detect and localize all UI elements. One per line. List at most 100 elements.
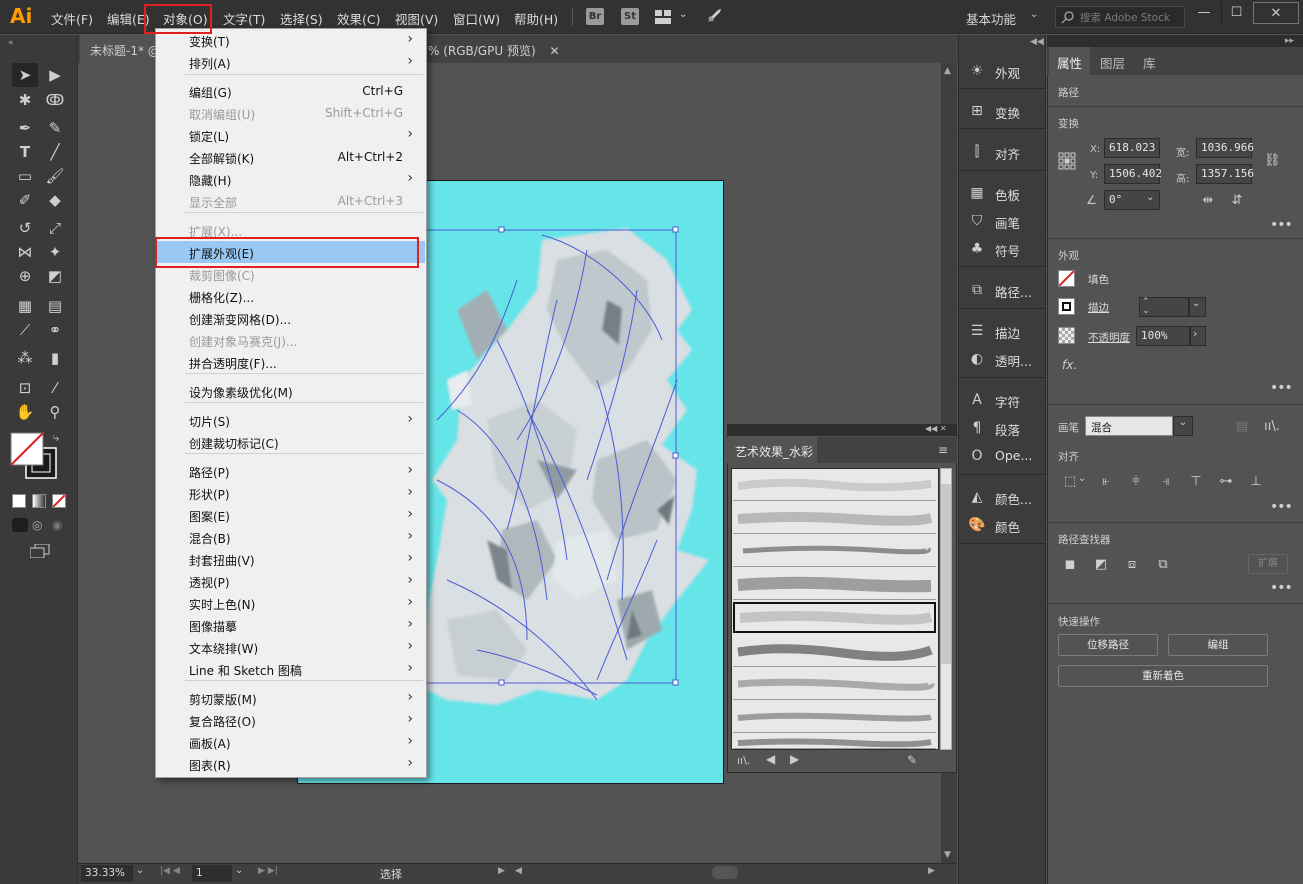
chevron-right-icon[interactable]: › xyxy=(1193,327,1197,340)
rocket-icon[interactable] xyxy=(705,7,723,25)
stroke-label[interactable]: 描边 xyxy=(1088,300,1109,315)
rotate-tool-icon[interactable]: ↺ xyxy=(12,216,38,240)
brush-item[interactable] xyxy=(733,669,936,700)
maximize-button[interactable]: ☐ xyxy=(1221,2,1251,24)
bridge-icon[interactable]: Br xyxy=(586,8,604,25)
tab-properties[interactable]: 属性 xyxy=(1049,47,1091,75)
exclude-icon[interactable]: ⧉ xyxy=(1155,557,1171,573)
stock-icon[interactable]: St xyxy=(621,8,639,25)
panel-color[interactable]: 🎨 颜色 xyxy=(958,512,1046,538)
brush-item[interactable] xyxy=(733,636,936,667)
expand-button[interactable]: 扩展 xyxy=(1248,554,1288,574)
width-field[interactable]: 1036.966 xyxy=(1196,138,1254,158)
more-options-icon[interactable]: ••• xyxy=(1270,499,1293,515)
collapse-icon[interactable]: ▸▸ xyxy=(1285,36,1294,46)
panel-character[interactable]: A 字符 xyxy=(958,387,1046,413)
align-right-icon[interactable]: ⫣ xyxy=(1158,474,1174,490)
minimize-button[interactable]: — xyxy=(1189,2,1219,24)
object-menu-item[interactable]: 剪切蒙版(M) › xyxy=(155,687,425,709)
collapse-icon[interactable]: « xyxy=(8,38,14,48)
pen-tool-icon[interactable]: ✒ xyxy=(12,116,38,140)
artboard-tool-icon[interactable]: ⊡ xyxy=(12,376,38,400)
panel-transparency[interactable]: ◐ 透明... xyxy=(958,346,1046,372)
scroll-left-icon[interactable]: ◀ xyxy=(515,866,522,876)
eyedropper-icon[interactable]: ⟋ xyxy=(12,318,38,342)
draw-behind-icon[interactable]: ◎ xyxy=(32,518,42,532)
unite-icon[interactable]: ◼ xyxy=(1062,557,1078,573)
object-menu-item[interactable]: 锁定(L) › xyxy=(155,124,425,146)
object-menu-item[interactable]: 画板(A) › xyxy=(155,731,425,753)
hand-tool-icon[interactable]: ✋ xyxy=(12,400,38,424)
brush-item[interactable] xyxy=(733,470,936,501)
panel-paragraph[interactable]: ¶ 段落 xyxy=(958,415,1046,441)
object-menu-item[interactable]: 文本绕排(W) › xyxy=(155,636,425,658)
color-mode-icon[interactable] xyxy=(12,494,26,508)
collapse-icon[interactable]: ◀◀ ✕ xyxy=(925,424,947,433)
align-center-v-icon[interactable]: ⊶ xyxy=(1218,474,1234,490)
menu-window[interactable]: 窗口(W) xyxy=(453,9,500,28)
document-tab-1[interactable]: 未标题-1* @ xyxy=(80,35,160,63)
stepper-icon[interactable]: ⌃ ⌄ xyxy=(1142,298,1150,316)
column-graph-icon[interactable]: ▮ xyxy=(42,346,68,370)
document-tab-2[interactable]: % (RGB/GPU 预览) ✕ xyxy=(420,35,560,63)
reference-point-icon[interactable] xyxy=(1058,152,1076,170)
align-bottom-icon[interactable]: ⊥ xyxy=(1248,474,1264,490)
magic-wand-icon[interactable]: ✱ xyxy=(12,88,38,112)
first-artboard-icon[interactable]: |◀ ◀ xyxy=(160,866,180,876)
object-menu-item[interactable]: 混合(B) › xyxy=(155,526,425,548)
type-tool-icon[interactable]: T xyxy=(12,140,38,164)
chevron-down-icon[interactable]: ⌄ xyxy=(235,865,243,876)
chevron-down-icon[interactable]: ⌄ xyxy=(1192,298,1200,309)
panel-brushes[interactable]: ⛉ 画笔 xyxy=(958,208,1046,234)
expand-icon[interactable]: ◀◀ xyxy=(1030,37,1044,47)
scroll-thumb[interactable] xyxy=(941,484,951,664)
object-menu-item[interactable]: 复合路径(O) › xyxy=(155,709,425,731)
align-to-icon[interactable]: ⬚ xyxy=(1062,474,1078,490)
close-button[interactable]: ✕ xyxy=(1253,2,1299,24)
fill-swatch[interactable] xyxy=(1058,270,1075,287)
group-button[interactable]: 编组 xyxy=(1168,634,1268,656)
menu-file[interactable]: 文件(F) xyxy=(51,9,93,28)
menu-help[interactable]: 帮助(H) xyxy=(514,9,558,28)
menu-view[interactable]: 视图(V) xyxy=(395,9,438,28)
panel-transform[interactable]: ⊞ 变换 xyxy=(958,98,1046,124)
opacity-field[interactable]: 100% xyxy=(1136,326,1190,346)
brush-item[interactable] xyxy=(733,735,936,749)
more-options-icon[interactable]: ••• xyxy=(1270,217,1293,233)
panel-stroke[interactable]: ☰ 描边 xyxy=(958,318,1046,344)
horizontal-scroll-thumb[interactable] xyxy=(712,866,738,879)
align-left-icon[interactable]: ⫦ xyxy=(1098,474,1114,490)
panel-symbols[interactable]: ♣ 符号 xyxy=(958,236,1046,262)
intersect-icon[interactable]: ⧈ xyxy=(1124,557,1140,573)
brush-item[interactable] xyxy=(733,702,936,733)
panel-align[interactable]: ⫿ 对齐 xyxy=(958,139,1046,165)
artboard-number-field[interactable]: 1 xyxy=(192,865,232,882)
perspective-grid-icon[interactable]: ◩ xyxy=(42,264,68,288)
chevron-down-icon[interactable]: ⌄ xyxy=(1173,416,1193,436)
object-menu-item[interactable]: 图案(E) › xyxy=(155,504,425,526)
flip-vertical-icon[interactable]: ⇵ xyxy=(1229,193,1245,209)
tab-libraries[interactable]: 库 xyxy=(1135,47,1164,75)
brush-item[interactable] xyxy=(733,569,936,600)
brush-dropdown[interactable]: 混合 xyxy=(1085,416,1173,436)
swap-icon[interactable]: ⤷ xyxy=(53,431,59,445)
minus-front-icon[interactable]: ◩ xyxy=(1093,557,1109,573)
height-field[interactable]: 1357.156 xyxy=(1196,164,1254,184)
fx-icon[interactable]: fx. xyxy=(1062,358,1077,372)
mesh-tool-icon[interactable]: ▦ xyxy=(12,294,38,318)
x-field[interactable]: 618.023 xyxy=(1104,138,1160,158)
blend-tool-icon[interactable]: ⚭ xyxy=(42,318,68,342)
object-menu-item[interactable]: 栅格化(Z)... xyxy=(155,285,425,307)
chevron-down-icon[interactable]: ⌄ xyxy=(1146,192,1154,203)
object-menu-item[interactable]: 路径(P) › xyxy=(155,460,425,482)
brush-libraries-icon[interactable]: ıı\. xyxy=(1264,419,1280,435)
draw-normal-icon[interactable] xyxy=(12,518,28,532)
object-menu-item[interactable]: 全部解锁(K) Alt+Ctrl+2 xyxy=(155,146,425,168)
panel-pathfinder[interactable]: ⧉ 路径... xyxy=(958,277,1046,303)
more-options-icon[interactable]: ••• xyxy=(1270,580,1293,596)
arrange-documents-icon[interactable] xyxy=(655,10,671,24)
chevron-down-icon[interactable]: ⌄ xyxy=(136,865,144,876)
last-artboard-icon[interactable]: ▶ ▶| xyxy=(258,866,278,876)
brush-item[interactable] xyxy=(733,536,936,567)
close-icon[interactable]: ✕ xyxy=(549,44,559,58)
